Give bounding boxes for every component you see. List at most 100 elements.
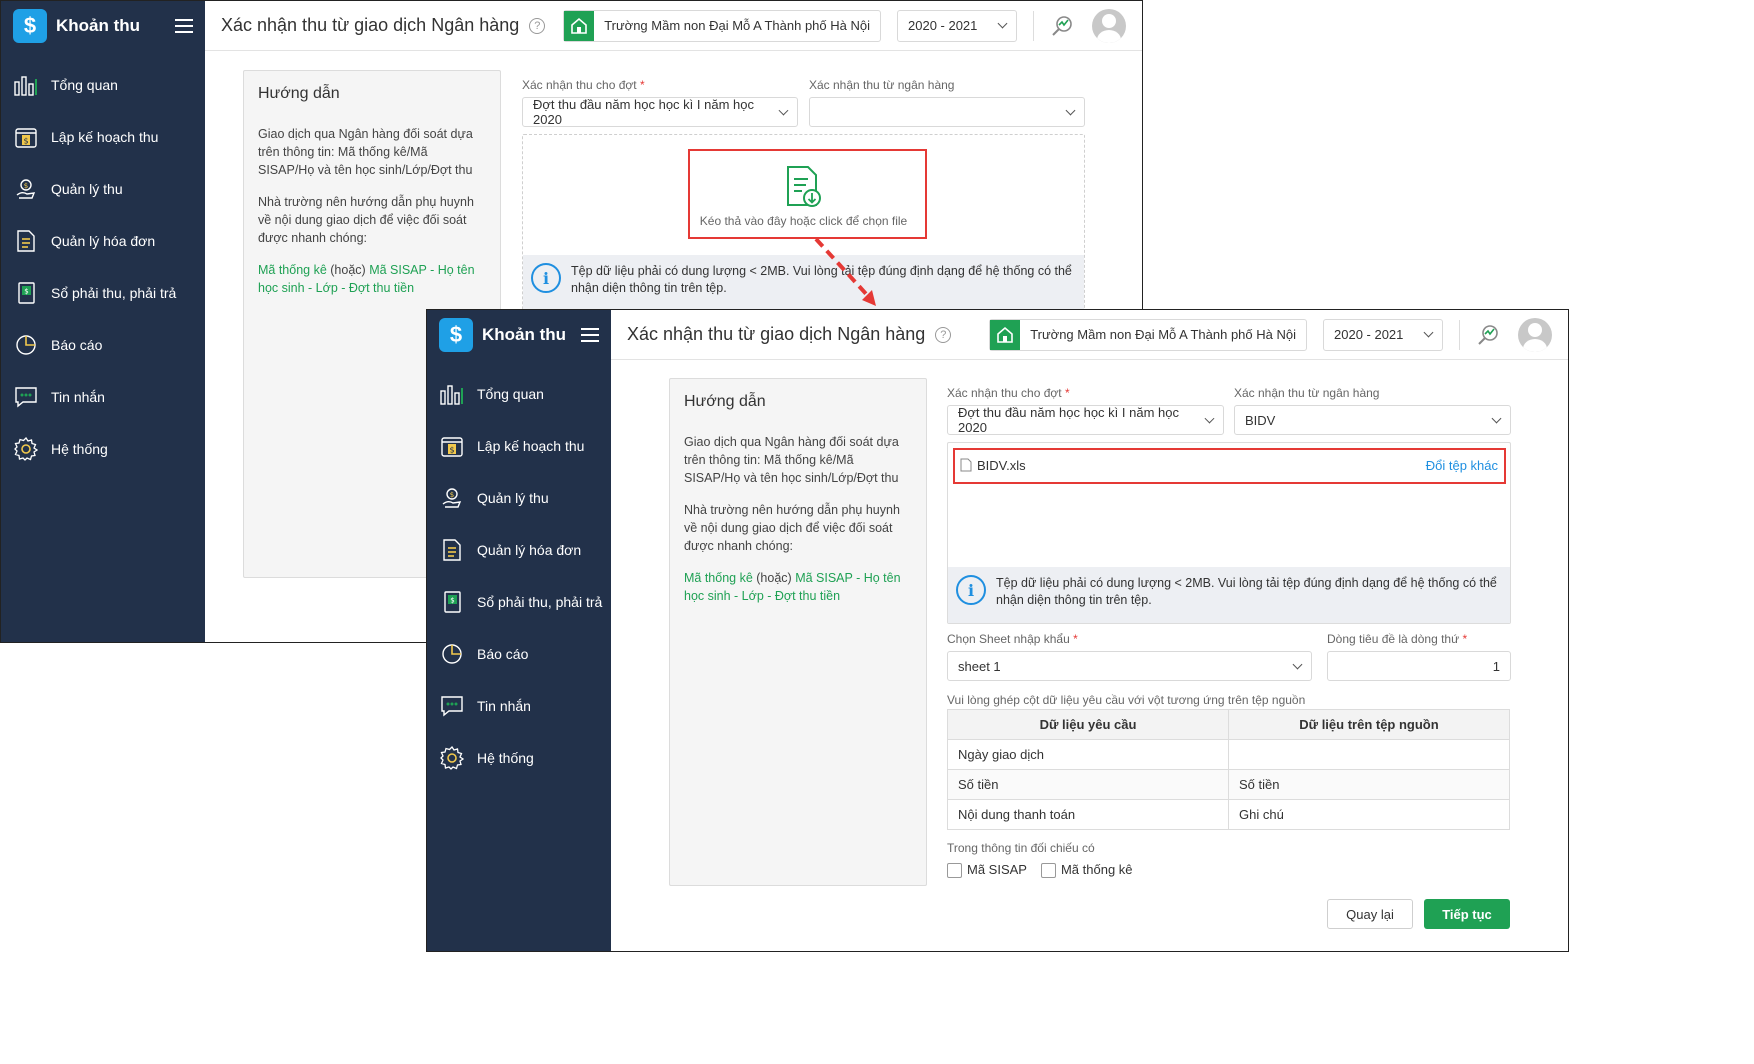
sheet-select[interactable]: sheet 1 xyxy=(947,651,1312,681)
guide-panel: Hướng dẫn Giao dịch qua Ngân hàng đối so… xyxy=(669,378,927,886)
required-mark: * xyxy=(1064,386,1070,400)
message-icon xyxy=(439,693,465,719)
compare-label: Trong thông tin đối chiếu có xyxy=(947,841,1095,855)
sidebar-item-3[interactable]: $ Quản lý thu xyxy=(427,472,611,524)
header: Xác nhận thu từ giao dịch Ngân hàng ? Tr… xyxy=(611,310,1568,360)
header-row-label: Dòng tiêu đề là dòng thứ * xyxy=(1327,632,1467,646)
info-icon: i xyxy=(956,575,986,605)
avatar[interactable] xyxy=(1518,317,1552,352)
guide-text-2: Nhà trường nên hướng dẫn phụ huynh về nộ… xyxy=(684,503,900,553)
app-name: Khoản thu xyxy=(482,325,567,344)
analytics-search-icon[interactable] xyxy=(1474,321,1502,349)
required-field: Nội dung thanh toán xyxy=(947,799,1229,830)
sidebar-item-label: Sổ phải thu, phải trả xyxy=(477,594,603,610)
source-field[interactable]: Ghi chú xyxy=(1228,799,1510,830)
checkbox-box[interactable] xyxy=(947,863,962,879)
guide-text-3: Mã thống kê (hoặc) Mã SISAP - Họ tên học… xyxy=(684,569,912,605)
checkbox-stat-code[interactable]: Mã thống kê xyxy=(1040,862,1133,879)
mapping-label: Vui lòng ghép cột dữ liệu yêu cầu với vộ… xyxy=(947,693,1306,707)
sidebar-item-7[interactable]: Tin nhắn xyxy=(427,680,611,732)
year-value: 2020 - 2021 xyxy=(1334,327,1404,342)
highlight-file-row xyxy=(953,448,1506,484)
guide-text-1: Giao dịch qua Ngân hàng đối soát dựa trê… xyxy=(684,435,899,485)
svg-text:$: $ xyxy=(450,597,454,605)
sidebar-item-8[interactable]: Hệ thống xyxy=(427,732,611,784)
col-required-data: Dữ liệu yêu cầu xyxy=(947,709,1229,740)
sidebar-item-2[interactable]: $ Lập kế hoạch thu xyxy=(427,420,611,472)
sidebar-item-1[interactable]: Tổng quan xyxy=(427,368,611,420)
batch-label: Xác nhận thu cho đợt * xyxy=(947,386,1070,400)
page-title: Xác nhận thu từ giao dịch Ngân hàng xyxy=(627,324,926,344)
calendar-money-icon: $ xyxy=(439,433,465,459)
bar-chart-icon xyxy=(439,381,465,407)
source-field[interactable]: Số tiền xyxy=(1228,769,1510,800)
checkbox-group: Mã SISAP Mã thống kê xyxy=(947,862,1133,879)
batch-label-text: Xác nhận thu cho đợt xyxy=(947,386,1062,400)
checkbox-sisap-label: Mã SISAP xyxy=(967,862,1027,877)
sheet-label: Chọn Sheet nhập khẩu * xyxy=(947,632,1078,646)
checkbox-stat-label: Mã thống kê xyxy=(1060,862,1133,877)
sidebar: $ Khoản thu Tổng quan $ Lập kế hoạch thu $ Q… xyxy=(427,310,611,951)
checkbox-box[interactable] xyxy=(1040,863,1056,879)
gear-icon xyxy=(439,745,465,771)
batch-select[interactable]: Đợt thu đầu năm học học kì I năm học 202… xyxy=(947,405,1224,435)
sidebar-item-label: Tổng quan xyxy=(477,386,544,402)
table-row: Nội dung thanh toán Ghi chú xyxy=(947,799,1510,830)
chevron-down-icon xyxy=(1491,413,1502,423)
window-after: $ Khoản thu Tổng quan $ Lập kế hoạch thu $ Q… xyxy=(426,309,1569,952)
table-row: Số tiền Số tiền xyxy=(947,769,1510,800)
sidebar-item-label: Báo cáo xyxy=(477,646,529,662)
batch-value: Đợt thu đầu năm học học kì I năm học 202… xyxy=(958,405,1179,435)
sidebar-item-label: Lập kế hoạch thu xyxy=(477,438,585,454)
brand: $ Khoản thu xyxy=(427,310,611,360)
col-source-data: Dữ liệu trên tệp nguồn xyxy=(1228,709,1510,740)
sheet-value: sheet 1 xyxy=(958,658,1001,674)
mapping-table: Dữ liệu yêu cầu Dữ liệu trên tệp nguồn N… xyxy=(947,709,1510,830)
header-row-label-text: Dòng tiêu đề là dòng thứ xyxy=(1327,632,1460,646)
continue-button[interactable]: Tiếp tục xyxy=(1424,899,1510,929)
sidebar-item-label: Hệ thống xyxy=(477,750,534,766)
header-row-value: 1 xyxy=(1492,658,1500,674)
menu-icon[interactable] xyxy=(581,324,599,346)
ledger-icon: $ xyxy=(439,589,465,615)
guide-or: (hoặc) xyxy=(752,571,796,585)
guide-stat-code: Mã thống kê xyxy=(684,571,753,585)
required-mark: * xyxy=(1462,632,1468,646)
sidebar-item-6[interactable]: Báo cáo xyxy=(427,628,611,680)
info-box: i Tệp dữ liệu phải có dung lượng < 2MB. … xyxy=(948,567,1510,623)
bank-select[interactable]: BIDV xyxy=(1234,405,1511,435)
school-name: Trường Mầm non Đại Mỗ A Thành phố Hà Nội xyxy=(1030,327,1296,342)
checkbox-sisap[interactable]: Mã SISAP xyxy=(947,862,1027,879)
chevron-down-icon xyxy=(1204,413,1215,423)
source-field[interactable] xyxy=(1228,739,1510,770)
pie-chart-icon xyxy=(439,641,465,667)
school-icon xyxy=(990,319,1021,350)
guide-title: Hướng dẫn xyxy=(684,393,766,410)
required-field: Ngày giao dịch xyxy=(947,739,1229,770)
invoice-icon xyxy=(439,537,465,563)
required-mark: * xyxy=(1073,632,1078,646)
required-field: Số tiền xyxy=(947,769,1229,800)
header-row-input[interactable]: 1 xyxy=(1327,651,1511,681)
back-button[interactable]: Quay lại xyxy=(1327,899,1413,929)
sidebar-item-5[interactable]: $ Sổ phải thu, phải trả xyxy=(427,576,611,628)
sidebar-nav: Tổng quan $ Lập kế hoạch thu $ Quản lý thu Qu… xyxy=(427,368,611,784)
school-selector[interactable]: Trường Mầm non Đại Mỗ A Thành phố Hà Nội xyxy=(989,318,1307,351)
sidebar-item-label: Tin nhắn xyxy=(477,698,531,714)
chevron-down-icon xyxy=(1423,327,1434,338)
sidebar-item-label: Quản lý hóa đơn xyxy=(477,542,582,558)
bank-value: BIDV xyxy=(1245,412,1276,428)
svg-text:$: $ xyxy=(449,446,454,455)
sheet-label-text: Chọn Sheet nhập khẩu xyxy=(947,632,1070,646)
divider xyxy=(1459,319,1460,350)
hand-money-icon: $ xyxy=(439,485,465,511)
table-row: Ngày giao dịch xyxy=(947,739,1510,770)
sidebar-item-4[interactable]: Quản lý hóa đơn xyxy=(427,524,611,576)
sidebar-item-label: Quản lý thu xyxy=(477,490,549,506)
year-select[interactable]: 2020 - 2021 xyxy=(1323,318,1443,351)
chevron-down-icon xyxy=(1292,659,1303,669)
help-icon[interactable]: ? xyxy=(935,326,952,343)
table-header-row: Dữ liệu yêu cầu Dữ liệu trên tệp nguồn xyxy=(947,709,1510,740)
info-text: Tệp dữ liệu phải có dung lượng < 2MB. Vu… xyxy=(996,576,1497,607)
dollar-logo-icon: $ xyxy=(439,318,473,352)
